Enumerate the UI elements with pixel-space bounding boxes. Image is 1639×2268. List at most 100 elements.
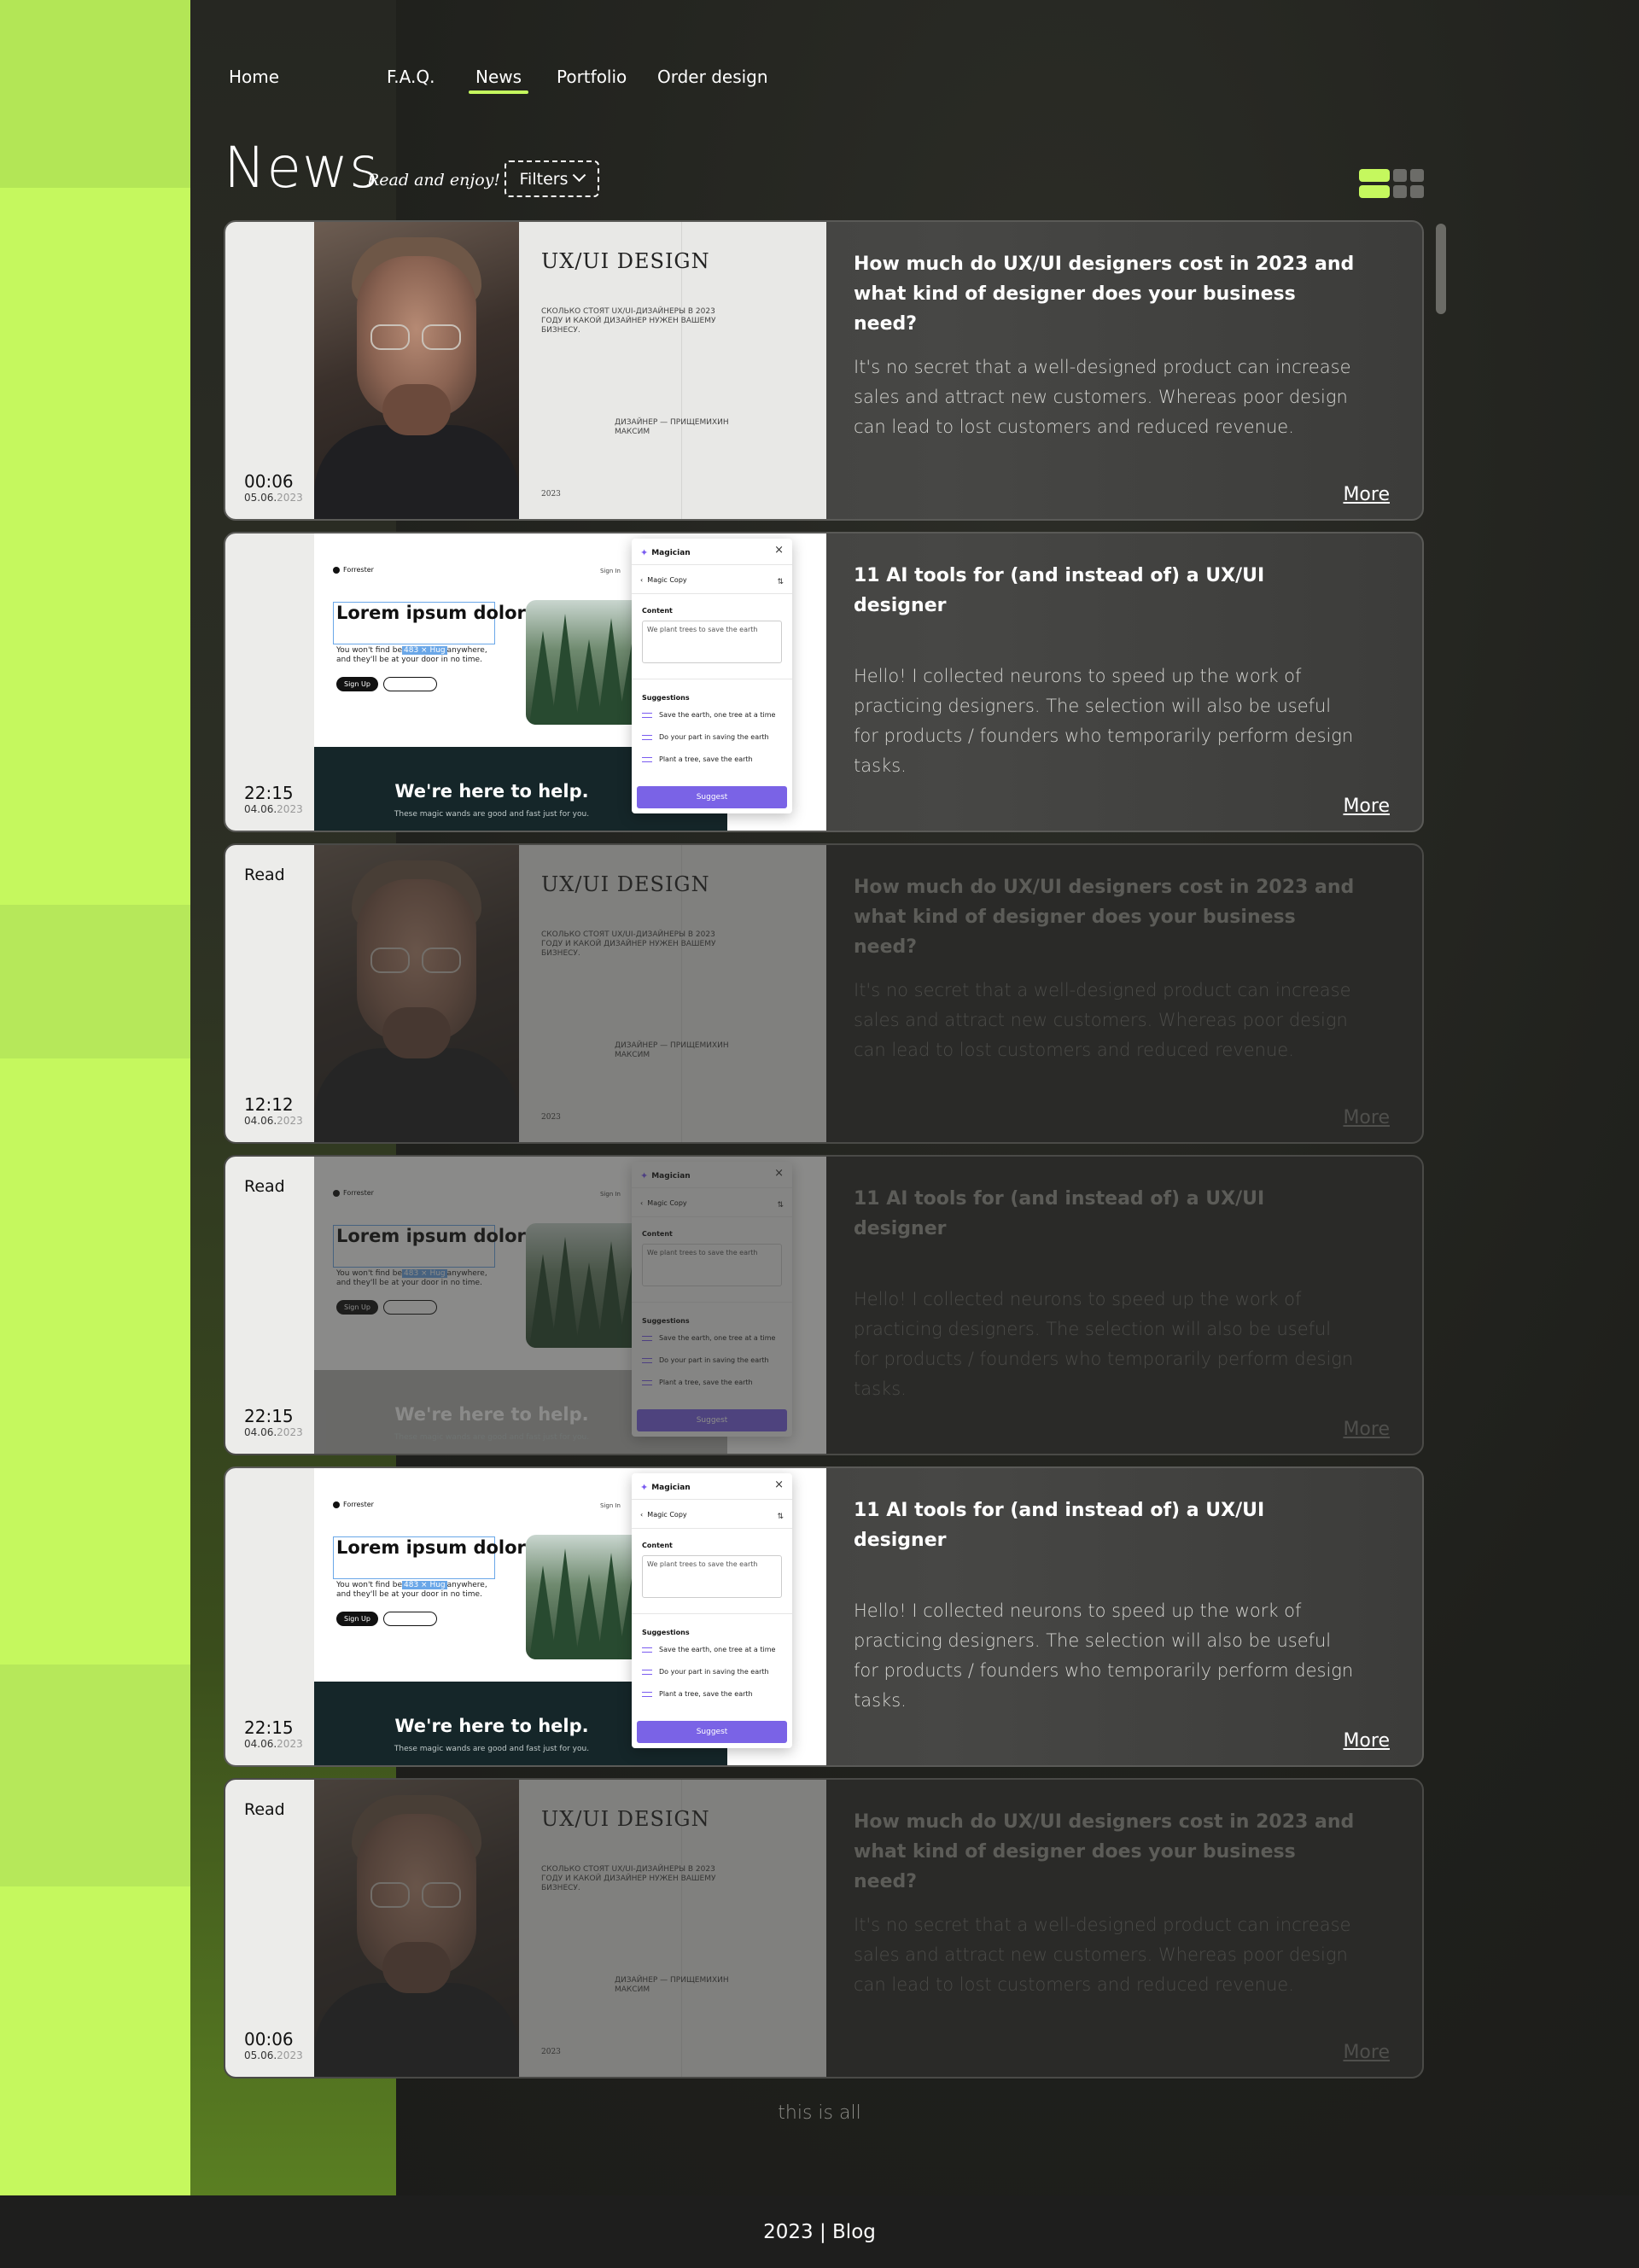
card-date: 04.06.2023 [244,803,303,815]
card-thumbnail[interactable]: UX/UI DESIGN СКОЛЬКО СТОЯТ UX/UI-ДИЗАЙНЕ… [314,845,826,1142]
more-link[interactable]: More [1343,1107,1390,1128]
ux-ui-design-poster: UX/UI DESIGN СКОЛЬКО СТОЯТ UX/UI-ДИЗАЙНЕ… [314,1780,826,2077]
card-excerpt: Hello! I collected neurons to speed up t… [854,1289,1354,1399]
card-excerpt: It's no secret that a well-designed prod… [854,1915,1351,1995]
news-card[interactable]: Read 00:06 05.06.2023 UX/UI DESIGN СКОЛЬКО… [224,1778,1424,2079]
poster-title: UX/UI DESIGN [541,249,710,273]
filters-label: Filters [519,169,569,189]
card-excerpt: It's no secret that a well-designed prod… [854,357,1351,437]
trees-image [526,1535,645,1659]
nav-home[interactable]: Home [229,67,279,87]
read-label: Read [244,1177,285,1196]
tune-icon: ⇅ [777,1513,784,1521]
ux-ui-design-poster: UX/UI DESIGN СКОЛЬКО СТОЯТ UX/UI-ДИЗАЙНЕ… [314,222,826,519]
preview-text: You won't find be 483 × Hug anywhere, and … [336,646,487,664]
card-excerpt: Hello! I collected neurons to speed up t… [854,666,1354,776]
poster-text: СКОЛЬКО СТОЯТ UX/UI-ДИЗАЙНЕРЫ В 2023 ГОД… [541,930,716,958]
ux-ui-design-poster: UX/UI DESIGN СКОЛЬКО СТОЯТ UX/UI-ДИЗАЙНЕ… [314,845,826,1142]
magician-panel: ✦ Magician × ‹ Magic Copy ⇅ Content We pl… [632,539,792,813]
card-thumbnail[interactable]: Forrester Sign In Lorem ipsum dolor sit … [314,1468,826,1765]
card-headline[interactable]: How much do UX/UI designers cost in 2023… [854,249,1357,339]
read-label: Read [244,1800,285,1819]
view-toggle [1359,169,1424,198]
card-thumbnail[interactable]: UX/UI DESIGN СКОЛЬКО СТОЯТ UX/UI-ДИЗАЙНЕ… [314,1780,826,2077]
magician-panel: ✦ Magician × ‹ Magic Copy ⇅ Content We pl… [632,1162,792,1437]
page-subtitle: Read and enjoy! [367,171,501,189]
card-thumbnail[interactable]: Forrester Sign In Lorem ipsum dolor sit … [314,533,826,831]
signin-link: Sign In [600,568,621,574]
trees-image [526,1223,645,1348]
card-date: 04.06.2023 [244,1738,303,1750]
filters-button[interactable]: Filters [505,160,599,197]
preview-help-sub: These magic wands are good and fast just… [394,1745,590,1753]
card-date: 04.06.2023 [244,1426,303,1438]
trees-image [526,600,645,725]
left-accent-panel [0,0,190,2195]
card-excerpt: It's no secret that a well-designed prod… [854,980,1351,1060]
tune-icon: ⇅ [777,578,784,586]
preview-help-heading: We're here to help. [394,1716,589,1736]
brand-logo: Forrester [333,566,374,574]
magician-panel: ✦ Magician × ‹ Magic Copy ⇅ Content We pl… [632,1473,792,1748]
signin-link: Sign In [600,1191,621,1198]
poster-author: ДИЗАЙНЕР — ПРИЩЕМИХИН МАКСИМ [615,1976,729,1994]
preview-help-heading: We're here to help. [394,781,589,802]
scrollbar-thumb[interactable] [1436,224,1446,314]
signin-link: Sign In [600,1502,621,1509]
designer-photo [314,1780,519,2077]
ai-tools-preview: Forrester Sign In Lorem ipsum dolor sit … [314,1468,826,1765]
card-headline[interactable]: How much do UX/UI designers cost in 2023… [854,1807,1357,1897]
more-link[interactable]: More [1343,2042,1390,2063]
read-label: Read [244,866,285,884]
poster-author: ДИЗАЙНЕР — ПРИЩЕМИХИН МАКСИМ [615,418,729,436]
card-date: 04.06.2023 [244,1115,303,1127]
card-headline[interactable]: 11 AI tools for (and instead of) a UX/UI… [854,561,1357,621]
list-view-icon[interactable] [1359,169,1390,198]
nav-news[interactable]: News [468,67,529,94]
card-date: 05.06.2023 [244,2049,303,2061]
poster-year: 2023 [541,490,561,498]
card-date: 05.06.2023 [244,492,303,504]
card-thumbnail[interactable]: Forrester Sign In Lorem ipsum dolor sit … [314,1157,826,1454]
sparkle-icon: ✦ [640,1482,649,1493]
card-meta-strip: 22:15 04.06.2023 [225,1468,314,1765]
card-time: 22:15 [244,783,294,803]
news-card[interactable]: Read 12:12 04.06.2023 UX/UI DESIGN СКОЛЬКО… [224,843,1424,1144]
brand-logo: Forrester [333,1501,374,1508]
preview-signup-button: Sign Up [336,677,378,691]
page-title: News [224,135,380,201]
close-icon: × [774,544,784,557]
more-link[interactable]: More [1343,484,1390,505]
news-card[interactable]: 00:06 05.06.2023 UX/UI DESIGN СКОЛЬКО СТО… [224,220,1424,521]
poster-author: ДИЗАЙНЕР — ПРИЩЕМИХИН МАКСИМ [615,1041,729,1059]
nav-order-design[interactable]: Order design [657,67,768,87]
card-headline[interactable]: 11 AI tools for (and instead of) a UX/UI… [854,1495,1357,1555]
more-link[interactable]: More [1343,796,1390,817]
poster-title: UX/UI DESIGN [541,1807,710,1831]
footer-text: 2023 | Blog [763,2220,876,2243]
nav-faq[interactable]: F.A.Q. [387,67,435,87]
preview-text: You won't find be 483 × Hug anywhere, and … [336,1269,487,1287]
card-headline[interactable]: How much do UX/UI designers cost in 2023… [854,872,1357,962]
grid-view-icon[interactable] [1393,169,1424,198]
card-thumbnail[interactable]: UX/UI DESIGN СКОЛЬКО СТОЯТ UX/UI-ДИЗАЙНЕ… [314,222,826,519]
card-headline[interactable]: 11 AI tools for (and instead of) a UX/UI… [854,1184,1357,1244]
news-card[interactable]: 22:15 04.06.2023 Forrester Sign In Lorem … [224,1466,1424,1767]
more-link[interactable]: More [1343,1419,1390,1440]
brand-logo: Forrester [333,1189,374,1197]
more-link[interactable]: More [1343,1730,1390,1752]
chevron-down-icon [573,168,586,183]
news-card[interactable]: Read 22:15 04.06.2023 Forrester Sign In Lo… [224,1155,1424,1455]
close-icon: × [774,1167,784,1180]
card-meta-strip: Read 12:12 04.06.2023 [225,845,314,1142]
preview-help-sub: These magic wands are good and fast just… [394,1433,590,1442]
card-meta-strip: Read 00:06 05.06.2023 [225,1780,314,2077]
news-card[interactable]: 22:15 04.06.2023 Forrester Sign In Lorem … [224,532,1424,832]
card-time: 00:06 [244,471,294,492]
card-excerpt: Hello! I collected neurons to speed up t… [854,1600,1354,1711]
poster-year: 2023 [541,2048,561,2056]
nav-portfolio[interactable]: Portfolio [557,67,627,87]
preview-help-heading: We're here to help. [394,1404,589,1425]
card-meta-strip: Read 22:15 04.06.2023 [225,1157,314,1454]
card-time: 12:12 [244,1094,294,1115]
